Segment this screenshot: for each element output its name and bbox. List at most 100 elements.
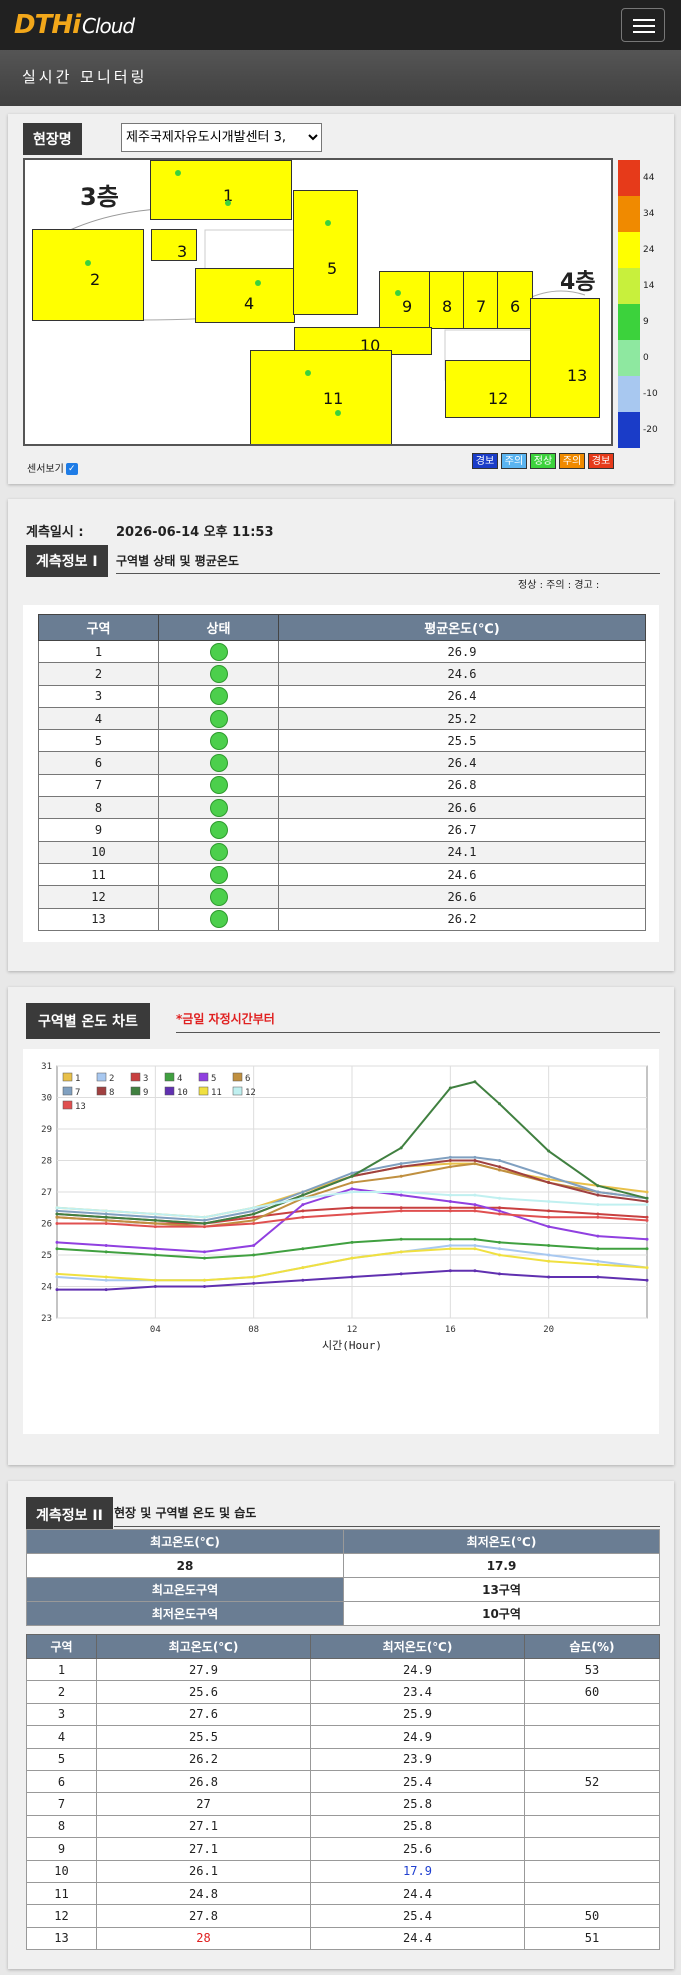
legend-swatch-13	[62, 1100, 73, 1110]
data-point-5	[498, 1209, 501, 1213]
data-point-12	[596, 1203, 600, 1207]
legend-label-4: 4	[177, 1074, 182, 1084]
table-row: 12 27.8 25.4 50	[26, 1904, 660, 1928]
site-label: 현장명	[23, 123, 82, 155]
data-point-13	[645, 1218, 649, 1222]
data-point-9	[153, 1218, 157, 1222]
status-normal-icon	[209, 798, 228, 817]
data-point-4	[596, 1247, 600, 1251]
x-tick-label: 16	[445, 1325, 456, 1335]
zone-room-9[interactable]: 9	[379, 271, 431, 329]
sensor-dot[interactable]	[225, 200, 231, 206]
data-point-3	[547, 1209, 551, 1213]
y-tick-label: 29	[41, 1125, 52, 1135]
data-point-5	[104, 1244, 108, 1248]
sensor-dot[interactable]	[175, 170, 181, 176]
sensor-toggle[interactable]: 센서보기 ✓	[27, 460, 78, 475]
data-point-1	[547, 1177, 551, 1181]
data-point-7	[448, 1155, 452, 1159]
y-tick-label: 23	[41, 1314, 52, 1324]
data-point-10	[252, 1281, 256, 1285]
data-point-13	[104, 1222, 108, 1225]
logo-sub: Cloud	[82, 14, 135, 38]
zone-room-12[interactable]: 12	[445, 360, 535, 418]
zone-room-3[interactable]: 3	[151, 229, 197, 261]
y-tick-label: 25	[41, 1251, 52, 1261]
y-tick-label: 27	[41, 1188, 52, 1198]
data-point-10	[547, 1275, 551, 1279]
data-point-5	[350, 1187, 354, 1191]
data-point-12	[498, 1196, 501, 1200]
table-row: 7 27 25.8	[26, 1792, 660, 1816]
x-tick-label: 12	[347, 1325, 358, 1335]
zone-room-8[interactable]: 8	[429, 271, 465, 329]
zone-room-11[interactable]: 11	[250, 350, 392, 444]
legend-label-13: 13	[75, 1102, 86, 1112]
data-point-7	[252, 1209, 256, 1213]
data-point-1	[645, 1190, 649, 1194]
hamburger-menu-button[interactable]	[621, 8, 665, 42]
table-row: 10 26.1 17.9	[26, 1859, 660, 1883]
data-point-7	[399, 1162, 403, 1166]
data-point-4	[498, 1240, 501, 1244]
table-row: 11 24.8 24.4	[26, 1881, 660, 1906]
data-point-7	[498, 1159, 501, 1162]
data-point-6	[448, 1165, 452, 1169]
chart-title: 구역별 온도 차트	[26, 1003, 150, 1039]
data-point-8	[596, 1193, 600, 1197]
data-point-5	[203, 1250, 206, 1254]
data-point-13	[473, 1209, 477, 1213]
legend-label-5: 5	[211, 1074, 216, 1084]
max-temp-value: 28	[26, 1553, 344, 1578]
table-row: 7 26.8	[38, 773, 646, 798]
sensor-dot[interactable]	[255, 280, 261, 286]
data-point-4	[203, 1256, 206, 1260]
data-point-10	[203, 1285, 206, 1288]
data-point-10	[645, 1278, 649, 1282]
data-point-12	[473, 1193, 477, 1197]
data-point-4	[547, 1244, 551, 1248]
data-point-5	[547, 1225, 551, 1229]
status-normal-icon	[209, 821, 228, 840]
zone-room-6[interactable]: 6	[497, 271, 533, 329]
status-normal-icon	[209, 910, 228, 929]
sensor-dot[interactable]	[395, 290, 401, 296]
floor-plan: 3층 4층 1 2 3 4 5 9 8 7 6 10 11 12 13	[23, 158, 613, 446]
data-point-3	[498, 1206, 501, 1210]
data-point-8	[448, 1159, 452, 1162]
data-point-4	[350, 1240, 354, 1244]
zone-room-13[interactable]: 13	[530, 298, 600, 418]
zone-room-5[interactable]: 5	[293, 190, 358, 315]
data-point-10	[448, 1269, 452, 1273]
sensor-dot[interactable]	[305, 370, 311, 376]
zone-room-1[interactable]: 1	[150, 160, 292, 220]
logo[interactable]: DTHi Cloud	[14, 10, 135, 40]
data-point-6	[153, 1222, 157, 1225]
sensor-dot[interactable]	[335, 410, 341, 416]
data-point-3	[301, 1209, 305, 1213]
min-temp-value: 17.9	[343, 1553, 660, 1578]
temperature-colorbar	[618, 160, 640, 450]
data-point-11	[547, 1259, 551, 1263]
table-row: 10 24.1	[38, 840, 646, 864]
max-zone-value: 13구역	[343, 1577, 660, 1602]
sensor-dot[interactable]	[85, 260, 91, 266]
table-row: 5 26.2 23.9	[26, 1747, 660, 1771]
sensor-dot[interactable]	[325, 220, 331, 226]
zone-room-7[interactable]: 7	[463, 271, 499, 329]
legend-swatch-1	[62, 1072, 73, 1082]
data-point-3	[473, 1206, 477, 1210]
table-row: 12 26.6	[38, 885, 646, 909]
data-point-12	[350, 1190, 354, 1194]
zone-room-2[interactable]: 2	[32, 229, 144, 321]
zone-room-4[interactable]: 4	[195, 268, 295, 323]
checkbox-icon[interactable]: ✓	[65, 463, 78, 475]
data-point-13	[153, 1225, 157, 1229]
data-point-11	[203, 1278, 206, 1282]
data-point-5	[252, 1244, 256, 1248]
legend-swatch-7	[62, 1086, 73, 1096]
table-row: 13 28 24.4 51	[26, 1926, 660, 1951]
data-point-3	[252, 1215, 256, 1219]
table-row: 1 26.9	[38, 639, 646, 664]
site-select[interactable]: 제주국제자유도시개발센터 3,	[121, 123, 322, 152]
